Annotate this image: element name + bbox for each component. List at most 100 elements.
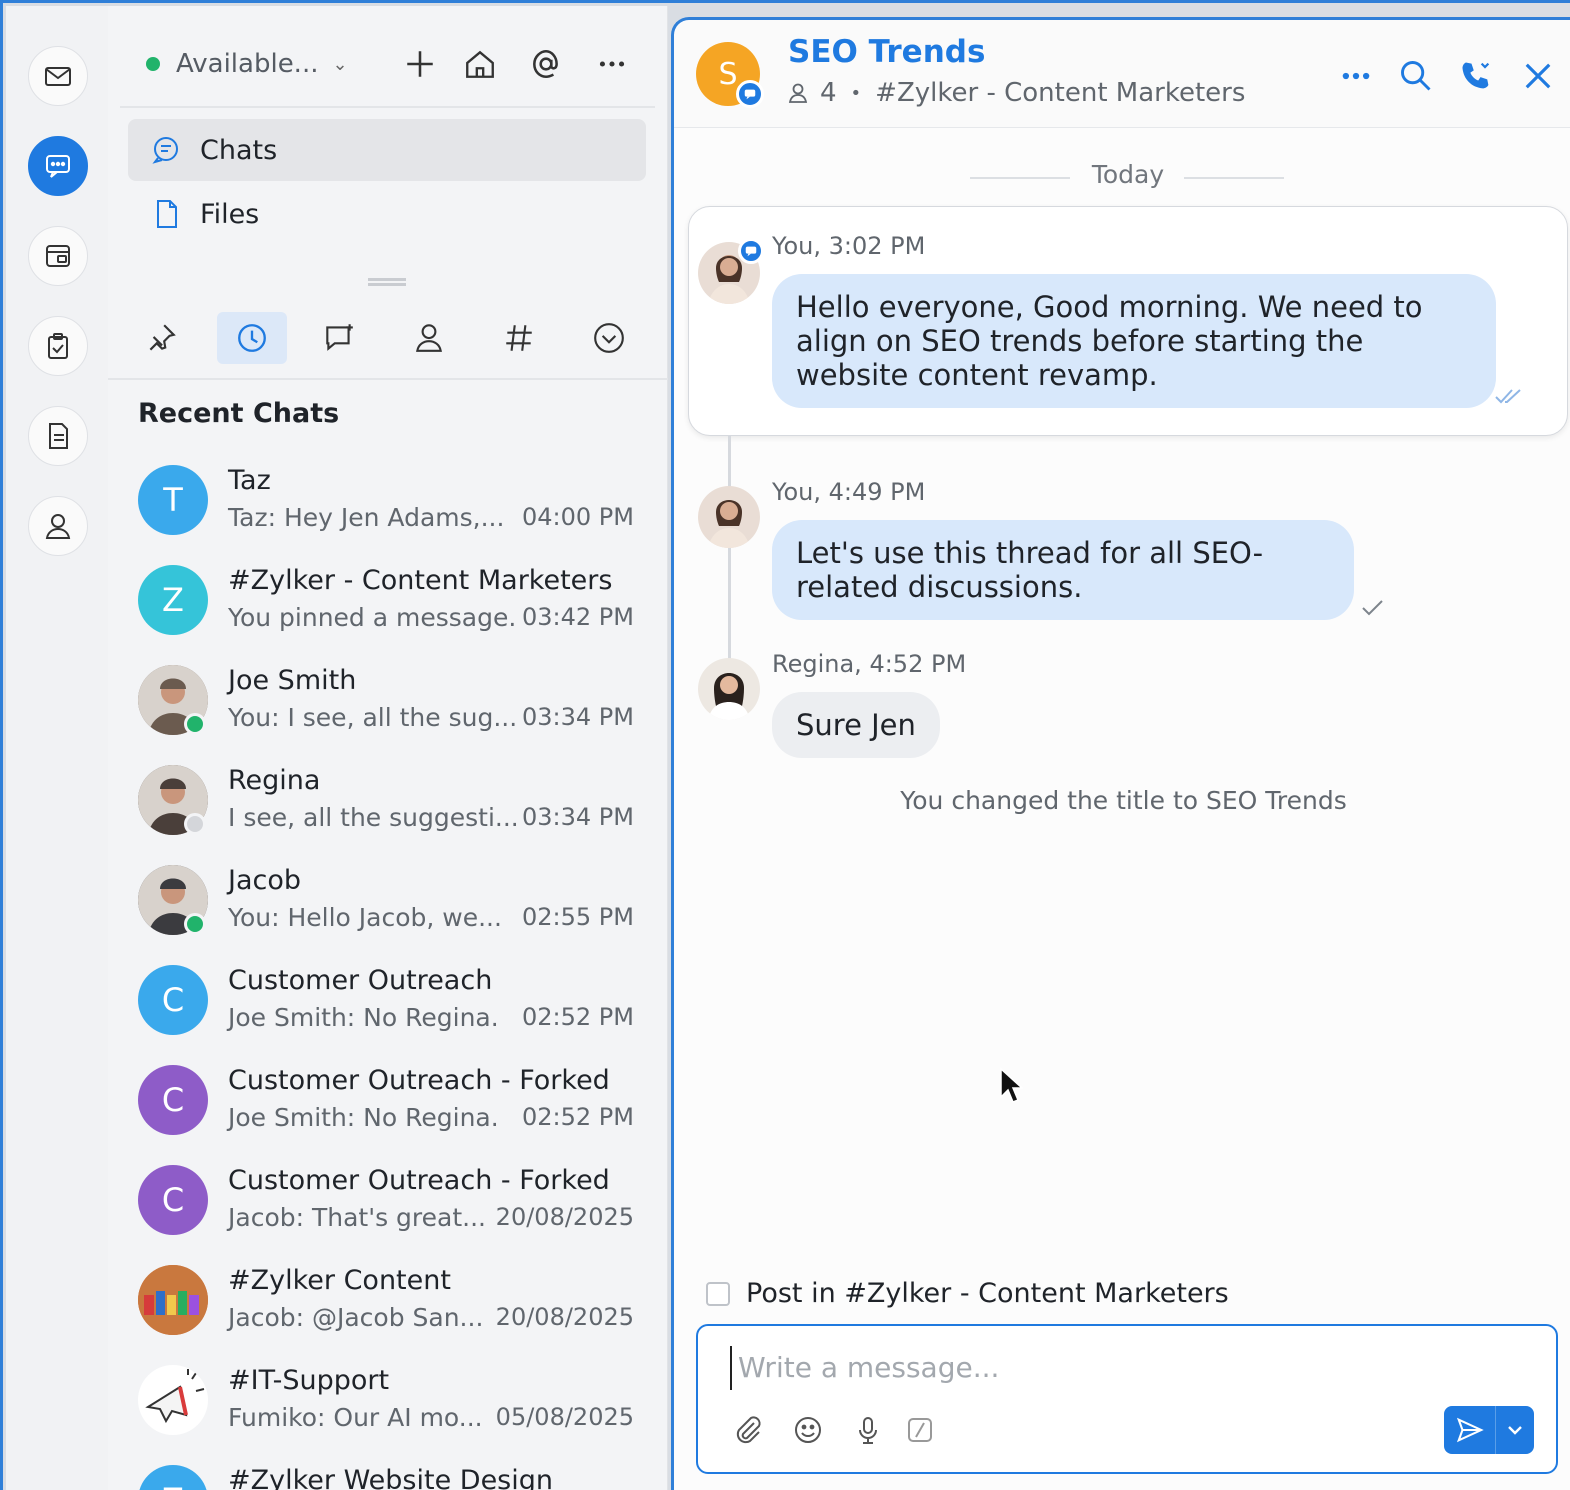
mouse-cursor-icon (1000, 1067, 1023, 1103)
app-window: Available... ⌄ Chats Files Recent Chats … (0, 0, 1570, 1490)
chevron-down-icon[interactable] (1496, 1406, 1534, 1454)
chat-name: #Zylker Website Design (228, 1465, 554, 1490)
chat-preview: You: Hello Jacob, we... (228, 903, 502, 932)
plus-icon[interactable] (400, 44, 440, 84)
presence-indicator (184, 713, 206, 735)
avatar (138, 1265, 208, 1335)
chat-preview: Taz: Hey Jen Adams,... (228, 503, 505, 532)
person-icon[interactable] (28, 496, 88, 556)
chat-timestamp: 03:34 PM (522, 803, 634, 831)
more-icon[interactable] (592, 44, 632, 84)
chat-name: Customer Outreach - Forked (228, 1165, 610, 1196)
close-icon[interactable] (1516, 54, 1560, 98)
chat-list-item[interactable]: Jacob You: Hello Jacob, we... 02:55 PM (108, 851, 668, 951)
chat-timestamp: 20/08/2025 (495, 1303, 634, 1331)
nav-files[interactable]: Files (128, 183, 646, 245)
status-dot (146, 57, 160, 71)
chat-name: #IT-Support (228, 1365, 390, 1396)
send-button[interactable] (1444, 1406, 1534, 1454)
app-rail (6, 6, 108, 1490)
member-count[interactable]: 4 (820, 78, 837, 108)
chat-name: Taz (228, 465, 271, 496)
chat-list-item[interactable]: #Zylker Content Jacob: @Jacob San... 20/08… (108, 1251, 668, 1351)
chat-preview: Jacob: @Jacob San... (228, 1303, 484, 1332)
chat-title[interactable]: SEO Trends (788, 34, 985, 70)
message-bubble[interactable]: Let's use this thread for all SEO-relate… (772, 520, 1354, 620)
chat-header: S SEO Trends 4 • #Zylker - Content Marke… (674, 20, 1570, 128)
chat-name: Jacob (228, 865, 302, 896)
chat-preview: Fumiko: Our AI mo... (228, 1403, 483, 1432)
chat-timestamp: 04:00 PM (522, 503, 634, 531)
home-icon[interactable] (460, 44, 500, 84)
chat-timestamp: 20/08/2025 (495, 1203, 634, 1231)
chat-name: Customer Outreach - Forked (228, 1065, 610, 1096)
divider (108, 378, 668, 380)
avatar[interactable] (698, 486, 760, 548)
chat-preview: I see, all the suggesti... (228, 803, 519, 832)
hashtag-icon[interactable] (484, 312, 554, 364)
chat-list-item[interactable]: T Taz Taz: Hey Jen Adams,... 04:00 PM (108, 451, 668, 551)
message-bubble[interactable]: Hello everyone, Good morning. We need to… (772, 274, 1496, 408)
nav-files-label: Files (200, 198, 260, 230)
calendar-box-icon[interactable] (28, 226, 88, 286)
chat-list-item[interactable]: C Customer Outreach Joe Smith: No Regina. 0… (108, 951, 668, 1051)
message-input[interactable]: Write a message... (730, 1346, 1510, 1390)
pin-icon[interactable] (126, 312, 196, 364)
send-icon[interactable] (1444, 1406, 1496, 1454)
chat-timestamp: 02:55 PM (522, 903, 634, 931)
slash-command-icon[interactable] (900, 1410, 940, 1450)
chat-icon (148, 132, 184, 168)
divider (1184, 177, 1284, 179)
chat-subtitle: 4 • #Zylker - Content Marketers (786, 78, 1245, 108)
clock-icon[interactable] (217, 312, 287, 364)
chat-preview: Joe Smith: No Regina. (228, 1003, 499, 1032)
chat-list-item[interactable]: #IT-Support Fumiko: Our AI mo... 05/08/202… (108, 1351, 668, 1451)
attachment-icon[interactable] (728, 1410, 768, 1450)
post-in-channel-checkbox[interactable] (706, 1281, 730, 1306)
thread-icon[interactable] (304, 312, 374, 364)
members-icon (788, 83, 808, 103)
chat-bubble-icon[interactable] (28, 136, 88, 196)
post-in-channel-option[interactable]: Post in #Zylker - Content Marketers (706, 1278, 1229, 1309)
separator-dot: • (850, 82, 862, 104)
chat-preview: You pinned a message. (228, 603, 517, 632)
post-in-channel-label: Post in #Zylker - Content Marketers (746, 1278, 1229, 1309)
resize-handle[interactable] (368, 278, 406, 286)
chat-list-item[interactable]: Joe Smith You: I see, all the sug... 03:34… (108, 651, 668, 751)
chat-list-item[interactable]: C Customer Outreach - Forked Jacob: That's… (108, 1151, 668, 1251)
chat-list-item[interactable]: Regina I see, all the suggesti... 03:34 PM (108, 751, 668, 851)
conversation-list-panel: Available... ⌄ Chats Files Recent Chats … (108, 6, 668, 1490)
avatar: T (138, 465, 208, 535)
mail-icon[interactable] (28, 46, 88, 106)
avatar: C (138, 965, 208, 1035)
presence-indicator (184, 913, 206, 935)
mention-icon[interactable] (526, 44, 566, 84)
chat-timestamp: 03:34 PM (522, 703, 634, 731)
chat-name: #Zylker - Content Marketers (228, 565, 613, 596)
nav-chats[interactable]: Chats (128, 119, 646, 181)
more-icon[interactable] (1334, 54, 1378, 98)
search-icon[interactable] (1394, 54, 1438, 98)
microphone-icon[interactable] (848, 1410, 888, 1450)
filter-tabs (108, 312, 668, 374)
chat-name: Customer Outreach (228, 965, 493, 996)
chat-list-item[interactable]: Z #Zylker - Content Marketers You pinned a… (108, 551, 668, 651)
message-composer: Write a message... (696, 1324, 1558, 1474)
status-selector[interactable]: Available... ⌄ (146, 44, 348, 84)
message-bubble[interactable]: Sure Jen (772, 692, 940, 758)
chat-name: Regina (228, 765, 321, 796)
double-check-icon (1495, 389, 1521, 404)
person-icon[interactable] (394, 312, 464, 364)
chat-name: #Zylker Content (228, 1265, 451, 1296)
chevron-down-circle-icon[interactable] (574, 312, 644, 364)
document-icon[interactable] (28, 406, 88, 466)
chat-list-item[interactable]: Z #Zylker Website Design (108, 1451, 668, 1490)
call-icon[interactable] (1454, 54, 1498, 98)
emoji-icon[interactable] (788, 1410, 828, 1450)
avatar (138, 1365, 208, 1435)
parent-channel[interactable]: #Zylker - Content Marketers (875, 78, 1245, 108)
chevron-down-icon: ⌄ (332, 53, 348, 75)
avatar[interactable] (698, 658, 760, 720)
clipboard-check-icon[interactable] (28, 316, 88, 376)
chat-list-item[interactable]: C Customer Outreach - Forked Joe Smith: No… (108, 1051, 668, 1151)
